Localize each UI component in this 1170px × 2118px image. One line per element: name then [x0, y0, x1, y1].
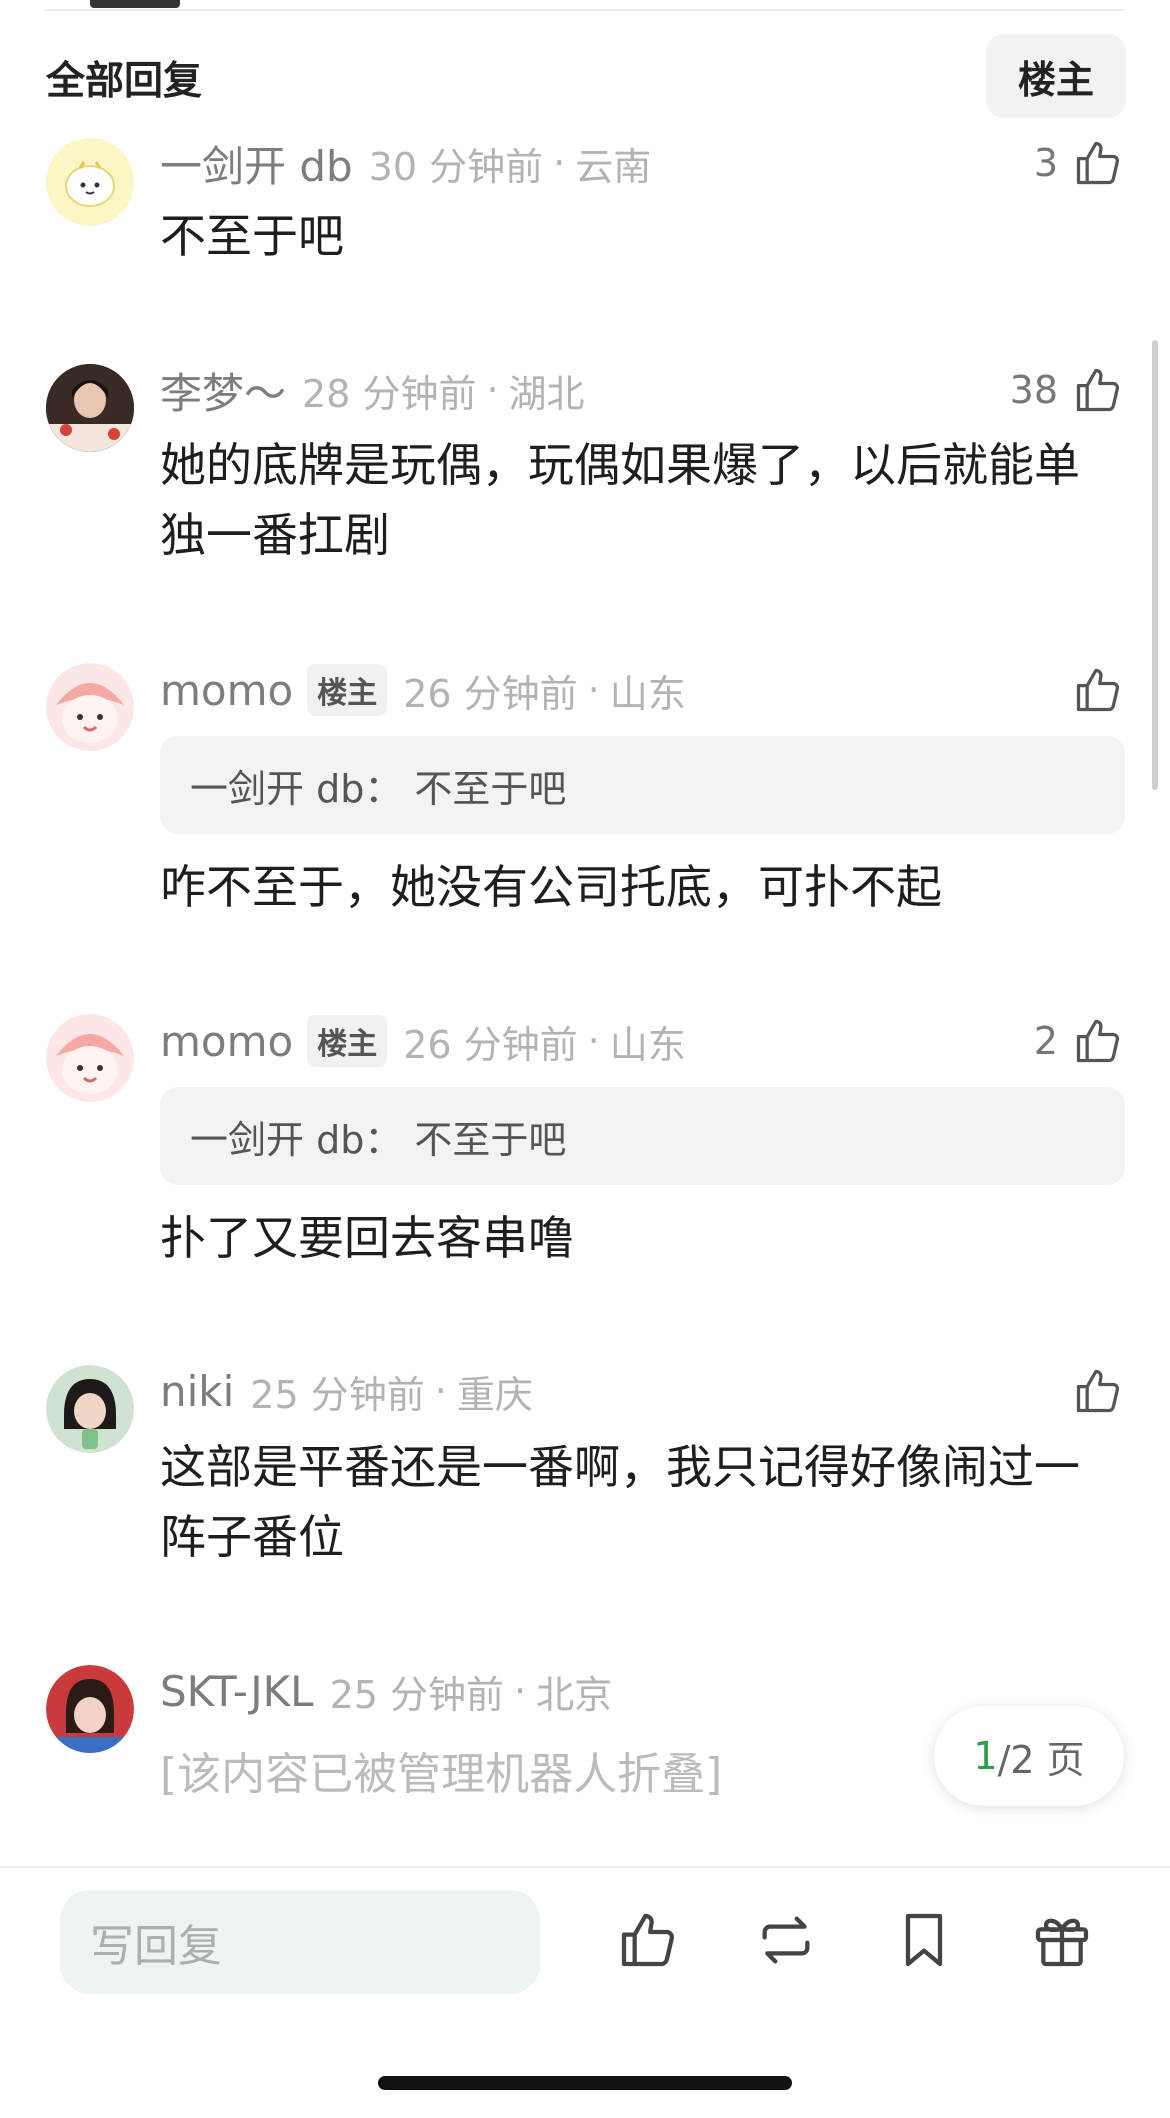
like-count: 3 [1033, 141, 1058, 185]
thumbs-up-icon [1072, 137, 1124, 189]
username[interactable]: 李梦～ [160, 360, 286, 421]
quoted-reply[interactable]: 一剑开 db： 不至于吧 [160, 1087, 1125, 1185]
like-button[interactable]: 2 [1034, 1014, 1124, 1068]
username[interactable]: niki [160, 1367, 234, 1416]
like-button[interactable]: 3 [1034, 136, 1124, 190]
username[interactable]: SKT-JKL [160, 1667, 314, 1716]
comment-time: 26 分钟前 [403, 1022, 578, 1067]
like-button[interactable] [1058, 1364, 1124, 1418]
comment-location: 北京 [536, 1672, 613, 1717]
dot-separator: · [587, 1019, 600, 1063]
op-badge: 楼主 [307, 1015, 388, 1067]
drag-handle[interactable] [90, 0, 180, 8]
username[interactable]: 一剑开 db [160, 133, 353, 194]
pagination-button[interactable]: 1/2 页 [934, 1706, 1124, 1806]
username[interactable]: momo [160, 666, 293, 715]
comment-location: 重庆 [456, 1372, 533, 1417]
comment-meta: niki 25 分钟前 · 重庆 [160, 1364, 533, 1418]
folded-comment-notice[interactable]: [该内容已被管理机器人折叠] [160, 1738, 722, 1802]
scrollbar[interactable] [1152, 340, 1158, 790]
thumbs-up-icon[interactable] [616, 1908, 680, 1972]
comment-text: 这部是平番还是一番啊，我只记得好像闹过一阵子番位 [160, 1440, 1080, 1564]
gift-icon[interactable] [1030, 1908, 1094, 1972]
comment-location: 湖北 [508, 371, 585, 416]
avatar[interactable] [46, 663, 134, 751]
op-badge: 楼主 [307, 664, 388, 716]
comment-time: 25 分钟前 [250, 1372, 425, 1417]
comment-meta: momo 楼主 26 分钟前 · 山东 [160, 1014, 686, 1068]
comment-location: 山东 [609, 671, 686, 716]
avatar[interactable] [46, 1665, 134, 1753]
avatar[interactable] [46, 1365, 134, 1453]
current-page: 1 [973, 1734, 998, 1778]
comment-meta: 一剑开 db 30 分钟前 · 云南 [160, 136, 652, 191]
like-button[interactable] [1058, 663, 1124, 717]
comment-location: 山东 [609, 1022, 686, 1067]
comment-time: 28 分钟前 [302, 371, 477, 416]
comment-meta: 李梦～ 28 分钟前 · 湖北 [160, 363, 585, 418]
comment-location: 云南 [575, 144, 652, 189]
thumbs-up-icon [1072, 664, 1124, 716]
comment-meta: momo 楼主 26 分钟前 · 山东 [160, 663, 686, 717]
op-only-filter-button[interactable]: 楼主 [986, 34, 1126, 118]
like-count: 38 [1009, 368, 1058, 412]
dot-separator: · [514, 1669, 527, 1713]
repost-icon[interactable] [754, 1908, 818, 1972]
reply-input[interactable]: 写回复 [60, 1890, 540, 1994]
comment-text: 她的底牌是玩偶，玩偶如果爆了，以后就能单独一番扛剧 [160, 438, 1080, 562]
top-divider [44, 9, 1126, 11]
thumbs-up-icon [1072, 1365, 1124, 1417]
quoted-reply[interactable]: 一剑开 db： 不至于吧 [160, 736, 1125, 834]
bookmark-icon[interactable] [892, 1908, 956, 1972]
section-title: 全部回复 [46, 59, 203, 104]
comment-time: 26 分钟前 [403, 671, 578, 716]
dot-separator: · [486, 368, 499, 412]
avatar[interactable] [46, 364, 134, 452]
thumbs-up-icon [1072, 1015, 1124, 1067]
comment-text: 不至于吧 [160, 209, 344, 263]
total-pages: /2 页 [997, 1737, 1085, 1782]
comment-text: 扑了又要回去客串噜 [160, 1211, 574, 1265]
avatar[interactable] [46, 138, 134, 226]
dot-separator: · [434, 1369, 447, 1413]
like-button[interactable]: 38 [1010, 363, 1124, 417]
comment-time: 25 分钟前 [329, 1672, 504, 1717]
like-count: 2 [1033, 1019, 1058, 1063]
comment-time: 30 分钟前 [368, 144, 544, 189]
avatar[interactable] [46, 1014, 134, 1102]
home-indicator[interactable] [378, 2076, 792, 2090]
dot-separator: · [553, 141, 566, 185]
comment-meta: SKT-JKL 25 分钟前 · 北京 [160, 1664, 612, 1718]
username[interactable]: momo [160, 1017, 293, 1066]
dot-separator: · [587, 668, 600, 712]
thumbs-up-icon [1072, 364, 1124, 416]
comment-text: 咋不至于，她没有公司托底，可扑不起 [160, 860, 942, 914]
